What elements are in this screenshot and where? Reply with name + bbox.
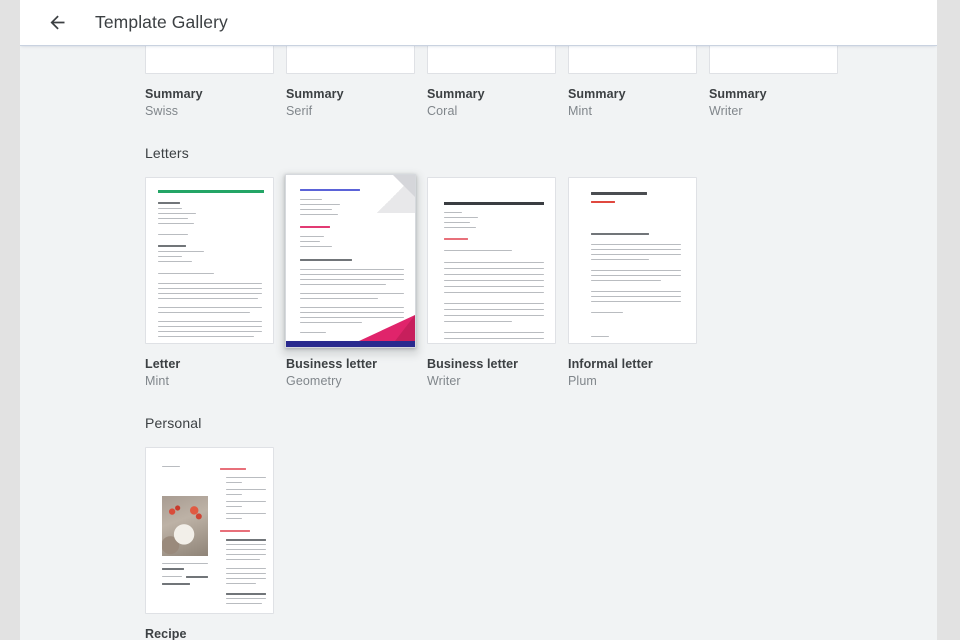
template-subtitle: Plum <box>568 374 597 388</box>
template-title: Business letter <box>427 357 519 371</box>
section-heading-letters: Letters <box>145 145 189 161</box>
gallery-scroll-area[interactable]: Summary Swiss Summary Serif Summary Cora… <box>20 45 937 640</box>
screen: Template Gallery Summary Swiss Summary S… <box>0 0 960 640</box>
template-card[interactable]: Business letter Writer <box>427 177 568 389</box>
template-thumbnail-informal-letter-plum[interactable] <box>568 177 697 344</box>
back-button[interactable] <box>40 6 74 40</box>
template-subtitle: Swiss <box>145 104 179 118</box>
template-title: Summary <box>568 87 626 101</box>
document-preview <box>428 45 555 73</box>
template-card[interactable]: Summary Serif <box>286 45 427 119</box>
template-title: Summary <box>709 87 767 101</box>
page-title: Template Gallery <box>95 12 228 32</box>
template-subtitle: Mint <box>145 374 170 388</box>
document-preview <box>146 178 273 343</box>
template-subtitle: Geometry <box>286 374 342 388</box>
template-title: Recipe <box>145 627 187 640</box>
document-preview <box>569 178 696 343</box>
document-preview <box>287 45 414 73</box>
template-title: Summary <box>427 87 485 101</box>
gallery-content: Summary Swiss Summary Serif Summary Cora… <box>20 45 937 640</box>
document-preview <box>710 45 837 73</box>
document-preview <box>428 178 555 343</box>
template-card[interactable]: Letter Mint <box>145 177 286 389</box>
template-card[interactable]: Summary Writer <box>709 45 850 119</box>
template-subtitle: Serif <box>286 104 313 118</box>
app-header: Template Gallery <box>20 0 937 45</box>
template-labels: Business letter Geometry <box>286 344 415 389</box>
template-thumbnail-business-letter-writer[interactable] <box>427 177 556 344</box>
template-labels: Informal letter Plum <box>568 344 697 389</box>
section-heading-personal: Personal <box>145 415 202 431</box>
template-labels: Recipe <box>145 614 274 640</box>
template-thumbnail-letter-mint[interactable] <box>145 177 274 344</box>
arrow-left-icon <box>47 12 68 33</box>
document-preview <box>146 448 273 613</box>
template-labels: Summary Coral <box>427 74 556 119</box>
template-card[interactable]: Summary Swiss <box>145 45 286 119</box>
recipe-photo <box>162 496 208 556</box>
template-row: Summary Swiss Summary Serif Summary Cora… <box>145 45 937 119</box>
template-row: Recipe <box>145 447 937 640</box>
template-labels: Summary Mint <box>568 74 697 119</box>
template-labels: Summary Swiss <box>145 74 274 119</box>
template-subtitle: Mint <box>568 104 593 118</box>
document-preview <box>569 45 696 73</box>
template-card[interactable]: Summary Coral <box>427 45 568 119</box>
template-labels: Summary Serif <box>286 74 415 119</box>
section-summaries: Summary Swiss Summary Serif Summary Cora… <box>145 45 937 119</box>
template-thumbnail-summary-swiss[interactable] <box>145 45 274 74</box>
document-preview <box>146 45 273 73</box>
template-card[interactable]: Business letter Geometry <box>285 174 427 389</box>
template-subtitle: Writer <box>709 104 743 118</box>
section-personal: Personal Recipe <box>145 389 937 640</box>
template-subtitle: Coral <box>427 104 458 118</box>
template-thumbnail-business-letter-geometry[interactable] <box>285 174 416 348</box>
geometry-footer-bar <box>286 341 415 347</box>
template-labels: Letter Mint <box>145 344 274 389</box>
template-title: Business letter <box>286 357 378 371</box>
template-title: Summary <box>286 87 344 101</box>
template-thumbnail-summary-mint[interactable] <box>568 45 697 74</box>
template-thumbnail-summary-coral[interactable] <box>427 45 556 74</box>
template-labels: Summary Writer <box>709 74 838 119</box>
template-row: Letter Mint Business letter Geometry Bus… <box>145 174 937 389</box>
document-preview <box>286 175 415 347</box>
template-thumbnail-recipe[interactable] <box>145 447 274 614</box>
template-thumbnail-summary-serif[interactable] <box>286 45 415 74</box>
template-labels: Business letter Writer <box>427 344 556 389</box>
template-subtitle: Writer <box>427 374 461 388</box>
template-gallery-window: Template Gallery Summary Swiss Summary S… <box>20 0 937 640</box>
section-letters: Letters Letter Mint Business letter Geom… <box>145 119 937 389</box>
template-card[interactable]: Summary Mint <box>568 45 709 119</box>
template-card[interactable]: Informal letter Plum <box>568 177 709 389</box>
template-thumbnail-summary-writer[interactable] <box>709 45 838 74</box>
template-title: Informal letter <box>568 357 653 371</box>
template-card[interactable]: Recipe <box>145 447 286 640</box>
template-title: Summary <box>145 87 203 101</box>
template-title: Letter <box>145 357 181 371</box>
